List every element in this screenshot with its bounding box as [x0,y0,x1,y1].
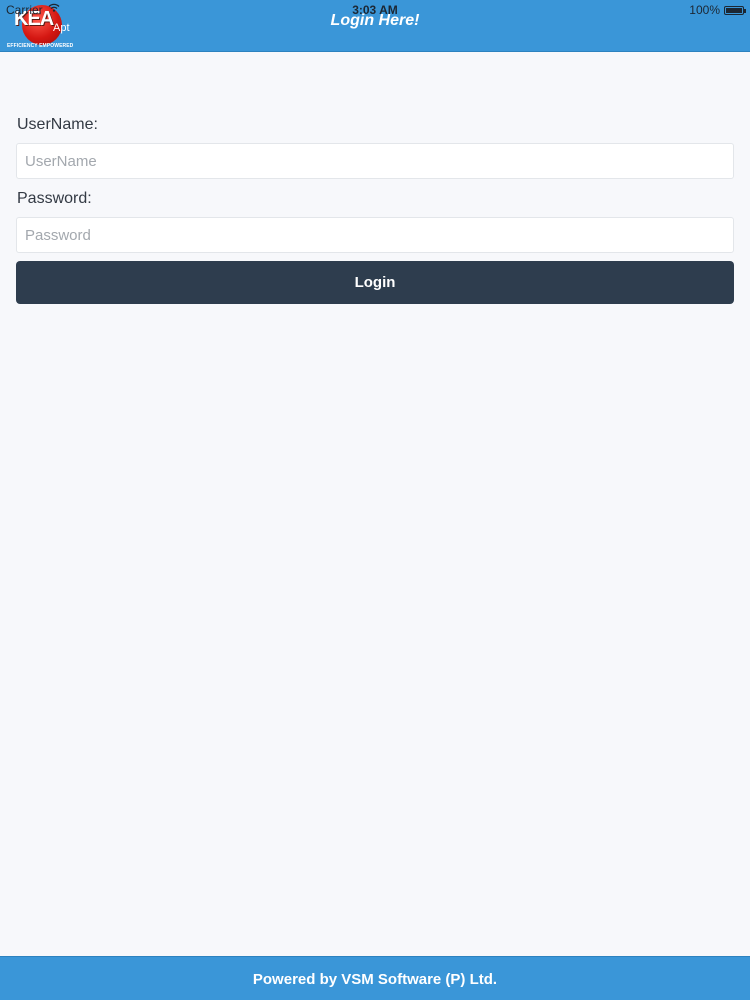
battery-icon [724,5,746,15]
footer: Powered by VSM Software (P) Ltd. [0,956,750,1000]
logo-suffix: Apt [53,22,70,34]
battery-percentage: 100% [689,3,720,17]
status-time: 3:03 AM [352,3,398,17]
username-label: UserName: [17,116,98,133]
logo-tagline: EFFICIENCY EMPOWERED [7,43,74,49]
username-input[interactable] [16,143,734,179]
header-bar: KEA Apt EFFICIENCY EMPOWERED Carrier 3:0… [0,0,750,52]
password-input[interactable] [16,217,734,253]
password-label: Password: [17,190,92,207]
login-form: UserName: Password: Login [16,116,734,304]
status-battery: 100% [689,3,746,17]
login-button[interactable]: Login [16,261,734,304]
login-screen: KEA Apt EFFICIENCY EMPOWERED Carrier 3:0… [0,0,750,1000]
footer-text: Powered by VSM Software (P) Ltd. [252,970,498,988]
